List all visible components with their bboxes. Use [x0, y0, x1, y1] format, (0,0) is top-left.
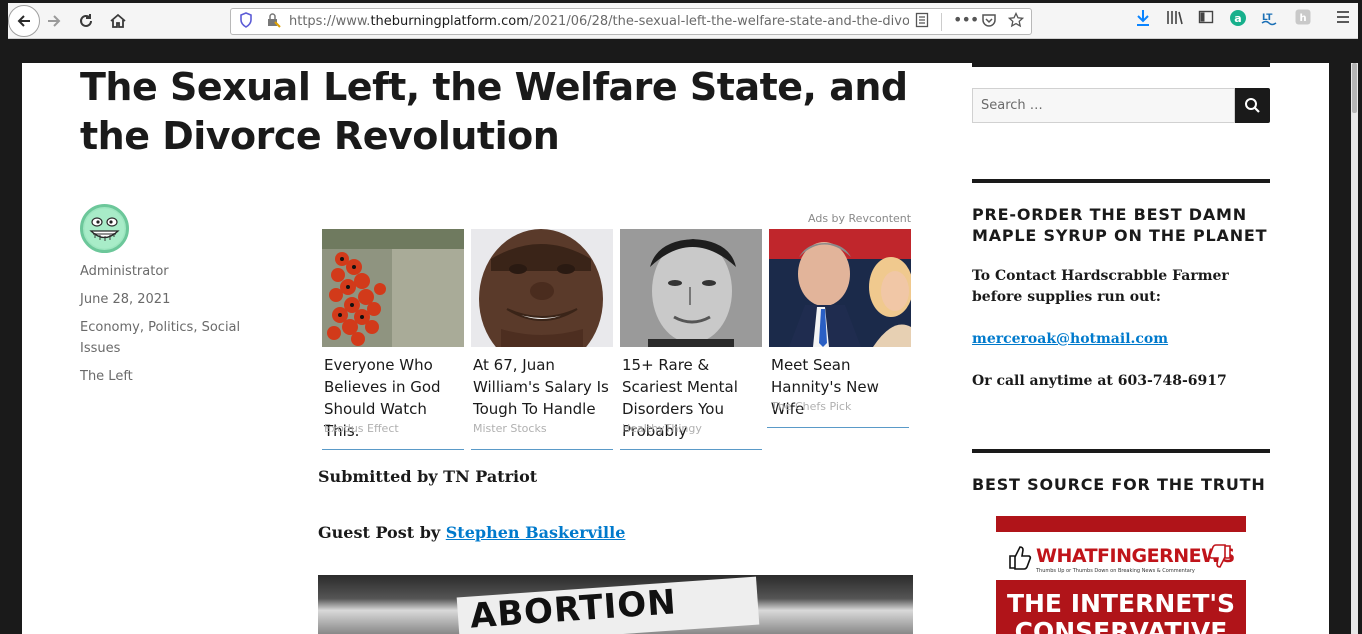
forward-button[interactable]: [40, 7, 68, 35]
extension-a-icon[interactable]: a: [1229, 9, 1247, 31]
home-icon: [110, 13, 126, 28]
guest-post-line: Guest Post by Stephen Baskerville: [318, 523, 625, 542]
url-bar[interactable]: https://www.theburningplatform.com/2021/…: [230, 8, 1032, 35]
ad-underline: [471, 449, 613, 450]
url-prefix: https://www.: [289, 14, 371, 29]
sidebar-rule: [972, 449, 1270, 453]
author-name[interactable]: Administrator: [80, 261, 169, 282]
reload-button[interactable]: [72, 7, 100, 35]
thumbs-down-icon: [1208, 544, 1231, 568]
page-actions-icon[interactable]: •••: [953, 10, 979, 29]
ad-title[interactable]: At 67, Juan William's Salary Is Tough To…: [471, 354, 613, 420]
banner-line-1: THE INTERNET'S: [1006, 589, 1236, 618]
extension-lt-icon[interactable]: LT: [1260, 9, 1278, 31]
insecure-lock-icon[interactable]: [265, 12, 281, 32]
guest-author-link[interactable]: Stephen Baskerville: [446, 523, 626, 542]
thumbs-up-icon: [1009, 546, 1032, 570]
browser-toolbar: https://www.theburningplatform.com/2021/…: [8, 3, 1358, 39]
downloads-icon[interactable]: [1135, 9, 1151, 31]
svg-text:h: h: [1299, 13, 1306, 24]
whatfinger-banner[interactable]: WHATFINGERNEWS Thumbs Up or Thumbs Down …: [996, 516, 1246, 634]
post-date[interactable]: June 28, 2021: [80, 289, 170, 310]
category-link[interactable]: Economy: [80, 320, 140, 335]
ad-underline: [322, 449, 464, 450]
sidebar-rule: [972, 63, 1270, 67]
sidebar-toggle-icon[interactable]: [1198, 9, 1214, 29]
ad-source[interactable]: Mister Stocks: [471, 422, 547, 435]
pocket-icon[interactable]: [981, 12, 997, 32]
article-title: The Sexual Left, the Welfare State, and …: [80, 65, 908, 158]
reload-icon: [80, 14, 92, 27]
widget-title-maple: PRE-ORDER THE BEST DAMN MAPLE SYRUP ON T…: [972, 205, 1268, 245]
urlbar-separator: [941, 13, 942, 31]
ad-card[interactable]: At 67, Juan William's Salary Is Tough To…: [471, 229, 613, 435]
web-page: The Sexual Left, the Welfare State, and …: [22, 63, 1329, 634]
ad-card[interactable]: 15+ Rare & Scariest Mental Disorders You…: [620, 229, 762, 442]
article-image[interactable]: ABORTION: [318, 575, 913, 634]
protest-sign: ABORTION: [456, 576, 760, 634]
email-link[interactable]: merceroak@hotmail.com: [972, 331, 1168, 347]
category-link[interactable]: Politics: [148, 320, 193, 335]
grinning-face-icon: [84, 208, 125, 249]
banner-brand: WHATFINGERNEWS: [1036, 545, 1235, 567]
sidebar-rule: [972, 179, 1270, 183]
search-button[interactable]: [1235, 88, 1270, 123]
url-text[interactable]: https://www.theburningplatform.com/2021/…: [289, 14, 909, 29]
ad-card[interactable]: Everyone Who Believes in God Should Watc…: [322, 229, 464, 442]
banner-header: WHATFINGERNEWS Thumbs Up or Thumbs Down …: [996, 532, 1246, 580]
phone-text: Or call anytime at 603-748-6917: [972, 373, 1227, 389]
reader-view-icon[interactable]: [915, 12, 929, 32]
url-domain: theburningplatform.com: [370, 14, 529, 29]
ad-underline: [620, 449, 762, 450]
banner-sub: Thumbs Up or Thumbs Down on Breaking New…: [1036, 568, 1195, 574]
back-button[interactable]: [8, 5, 40, 37]
search-input[interactable]: Search …: [972, 88, 1235, 123]
search-icon: [1245, 98, 1260, 113]
url-path: /2021/06/28/the-sexual-left-the-welfare-…: [528, 14, 909, 29]
tracking-shield-icon[interactable]: [239, 12, 253, 32]
page-scrollbar[interactable]: [1351, 63, 1358, 634]
author-avatar[interactable]: [80, 204, 129, 253]
bookmark-star-icon[interactable]: [1007, 11, 1025, 32]
ad-underline: [767, 427, 909, 428]
library-icon[interactable]: [1166, 9, 1184, 29]
banner-headline: THE INTERNET'S CONSERVATIVE: [996, 590, 1246, 634]
contact-text: To Contact Hardscrabble Farmer before su…: [972, 268, 1229, 305]
post-categories: Economy, Politics, Social Issues: [80, 320, 241, 356]
widget-title-truth: BEST SOURCE FOR THE TRUTH: [972, 475, 1266, 494]
ad-source[interactable]: HealthyThingy: [620, 422, 702, 435]
ad-image[interactable]: [322, 229, 464, 347]
ad-card[interactable]: Meet Sean Hannity's New Wife The Chefs P…: [769, 229, 911, 420]
hamburger-menu-icon[interactable]: [1335, 9, 1351, 29]
page-scrollbar-thumb[interactable]: [1352, 63, 1357, 113]
ad-source[interactable]: Exodus Effect: [322, 422, 399, 435]
home-button[interactable]: [104, 7, 132, 35]
svg-text:a: a: [1234, 12, 1241, 25]
ad-source[interactable]: The Chefs Pick: [769, 400, 851, 413]
submitted-by: Submitted by TN Patriot: [318, 467, 538, 486]
post-tag[interactable]: The Left: [80, 366, 133, 387]
ad-image[interactable]: [620, 229, 762, 347]
arrow-right-icon: [48, 15, 61, 27]
banner-line-2: CONSERVATIVE: [1014, 617, 1228, 634]
email-line: merceroak@hotmail.com: [972, 329, 1270, 350]
arrow-left-icon: [17, 15, 30, 27]
extension-h-icon[interactable]: h: [1295, 9, 1311, 29]
ads-label[interactable]: Ads by Revcontent: [808, 212, 911, 225]
ad-image[interactable]: [769, 229, 911, 347]
ad-image[interactable]: [471, 229, 613, 347]
guest-prefix: Guest Post by: [318, 523, 441, 542]
